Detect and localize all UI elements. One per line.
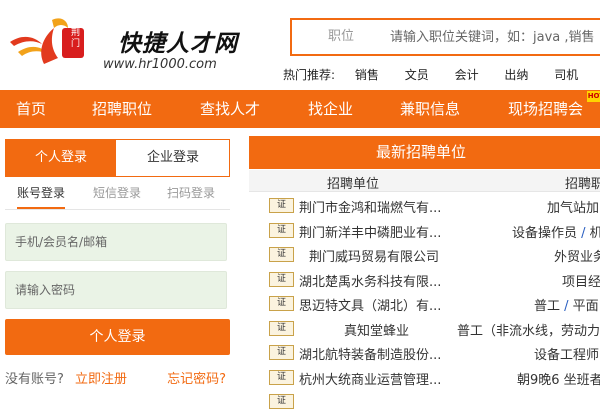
username-field (5, 223, 227, 261)
job-links: 设备操作员 / 机 (512, 222, 600, 241)
table-header: 招聘单位 招聘职 (249, 170, 600, 192)
table-row: 证 湖北楚禹水务科技有限... 项目经 (249, 268, 600, 293)
job-link[interactable]: 加气站加 (547, 197, 599, 216)
register-link[interactable]: 立即注册 (75, 368, 127, 387)
job-link[interactable]: 设备工程师 (534, 344, 599, 363)
company-link[interactable]: 荆门威玛贸易有限公司 (309, 246, 439, 265)
certified-badge-icon: 证 (269, 394, 294, 409)
hot-badge: HOT (587, 91, 600, 102)
table-row: 证 真知堂蜂业 普工（非流水线，劳动力 (249, 317, 600, 342)
certified-badge-icon: 证 (269, 198, 294, 213)
job-links: 普工 / 平面 (534, 295, 599, 314)
certified-badge-icon: 证 (269, 222, 294, 238)
certified-badge-icon: 证 (269, 345, 294, 360)
nav-item-jobs[interactable]: 招聘职位 (92, 90, 152, 128)
job-link[interactable]: 外贸业务 (554, 246, 600, 265)
hot-keyword[interactable]: 文员 (405, 66, 429, 83)
job-link[interactable]: 机 (590, 226, 600, 241)
search-bar: 职位 (290, 18, 600, 56)
table-row: 证 湖北航特装备制造股份... 设备工程师 (249, 341, 600, 366)
table-row: 证 荆门市金鸿和瑞燃气有... 加气站加 (249, 194, 600, 219)
job-link[interactable]: 平面 (573, 299, 599, 314)
company-link[interactable]: 真知堂蜂业 (344, 320, 409, 339)
hot-keyword[interactable]: 销售 (355, 66, 379, 83)
hot-keywords: 热门推荐: 销售 文员 会计 出纳 司机 (283, 66, 600, 84)
job-link[interactable]: 项目经 (562, 271, 600, 290)
login-links: 没有账号? 立即注册 忘记密码? (5, 368, 230, 388)
column-header-company: 招聘单位 (327, 177, 380, 192)
logo-badge-text: 荆门 (71, 28, 81, 49)
company-link[interactable]: 思迈特文具（湖北）有... (299, 295, 441, 314)
job-link[interactable]: 普工（非流水线，劳动力 (457, 320, 600, 339)
tab-personal-login[interactable]: 个人登录 (6, 140, 116, 176)
company-link[interactable]: 荆门市金鸿和瑞燃气有... (299, 197, 441, 216)
tab-sms-login[interactable]: 短信登录 (93, 182, 141, 209)
login-tabs: 个人登录 企业登录 (5, 139, 230, 177)
hot-keyword[interactable]: 司机 (554, 66, 578, 83)
username-input[interactable] (6, 224, 226, 260)
job-link[interactable]: 朝9晚6 坐班者 (517, 369, 600, 388)
search-input[interactable] (390, 20, 600, 54)
job-separator: / (577, 225, 590, 241)
certified-badge-icon: 证 (269, 247, 294, 262)
column-header-jobs: 招聘职 (565, 177, 600, 192)
table-row: 证 荆门新洋丰中磷肥业有... 设备操作员 / 机 (249, 219, 600, 244)
tab-company-login[interactable]: 企业登录 (118, 140, 228, 176)
nav-item-talent[interactable]: 查找人才 (200, 90, 260, 128)
logo-title: 快捷人才网 (118, 30, 238, 57)
tab-qr-login[interactable]: 扫码登录 (167, 182, 215, 209)
panel-title: 最新招聘单位 (249, 136, 600, 169)
password-field (5, 271, 227, 309)
nav-item-companies[interactable]: 找企业 (308, 90, 353, 128)
main-nav: 首页 招聘职位 查找人才 找企业 兼职信息 现场招聘会 HOT (0, 90, 600, 128)
company-link[interactable]: 荆门新洋丰中磷肥业有... (299, 222, 441, 241)
table-row: 证 荆门威玛贸易有限公司 外贸业务 (249, 243, 600, 268)
site-header: 荆门 快捷人才网 www.hr1000.com 职位 热门推荐: 销售 文员 会… (0, 0, 600, 90)
table-row: 证 杭州大统商业运营管理... 朝9晚6 坐班者 (249, 366, 600, 391)
nav-item-home[interactable]: 首页 (16, 90, 46, 128)
company-link[interactable]: 湖北楚禹水务科技有限... (299, 271, 441, 290)
forgot-password-link[interactable]: 忘记密码? (167, 368, 226, 387)
certified-badge-icon: 证 (269, 296, 294, 311)
nav-item-job-fair[interactable]: 现场招聘会 (508, 90, 583, 128)
latest-recruiters-panel: 最新招聘单位 招聘单位 招聘职 证 荆门市金鸿和瑞燃气有... 加气站加 证 荆… (249, 136, 600, 409)
certified-badge-icon: 证 (269, 271, 294, 287)
logo-url: www.hr1000.com (103, 57, 217, 72)
company-link[interactable]: 杭州大统商业运营管理... (299, 369, 441, 388)
table-row: 证 思迈特文具（湖北）有... 普工 / 平面 (249, 292, 600, 317)
job-link[interactable]: 设备操作员 (512, 226, 577, 241)
search-category-select[interactable]: 职位 (292, 20, 390, 54)
table-row: 证 (249, 390, 600, 415)
site-logo[interactable]: 荆门 快捷人才网 www.hr1000.com (8, 10, 253, 76)
job-separator: / (560, 299, 573, 314)
hot-label: 热门推荐: (283, 68, 336, 82)
certified-badge-icon: 证 (269, 369, 294, 385)
recruiter-list: 证 荆门市金鸿和瑞燃气有... 加气站加 证 荆门新洋丰中磷肥业有... 设备操… (249, 194, 600, 415)
nav-item-parttime[interactable]: 兼职信息 (400, 90, 460, 128)
job-link[interactable]: 普工 (534, 299, 560, 314)
hot-keyword[interactable]: 会计 (455, 66, 479, 83)
company-link[interactable]: 湖北航特装备制造股份... (299, 344, 441, 363)
hot-keyword[interactable]: 出纳 (504, 66, 528, 83)
login-method-tabs: 账号登录 短信登录 扫码登录 (5, 182, 230, 210)
no-account-text: 没有账号? (5, 372, 64, 387)
certified-badge-icon: 证 (269, 320, 294, 336)
login-submit-button[interactable]: 个人登录 (5, 319, 230, 355)
login-panel: 个人登录 企业登录 账号登录 短信登录 扫码登录 个人登录 没有账号? 立即注册… (5, 139, 230, 400)
tab-account-login[interactable]: 账号登录 (17, 182, 66, 209)
password-input[interactable] (6, 272, 226, 308)
